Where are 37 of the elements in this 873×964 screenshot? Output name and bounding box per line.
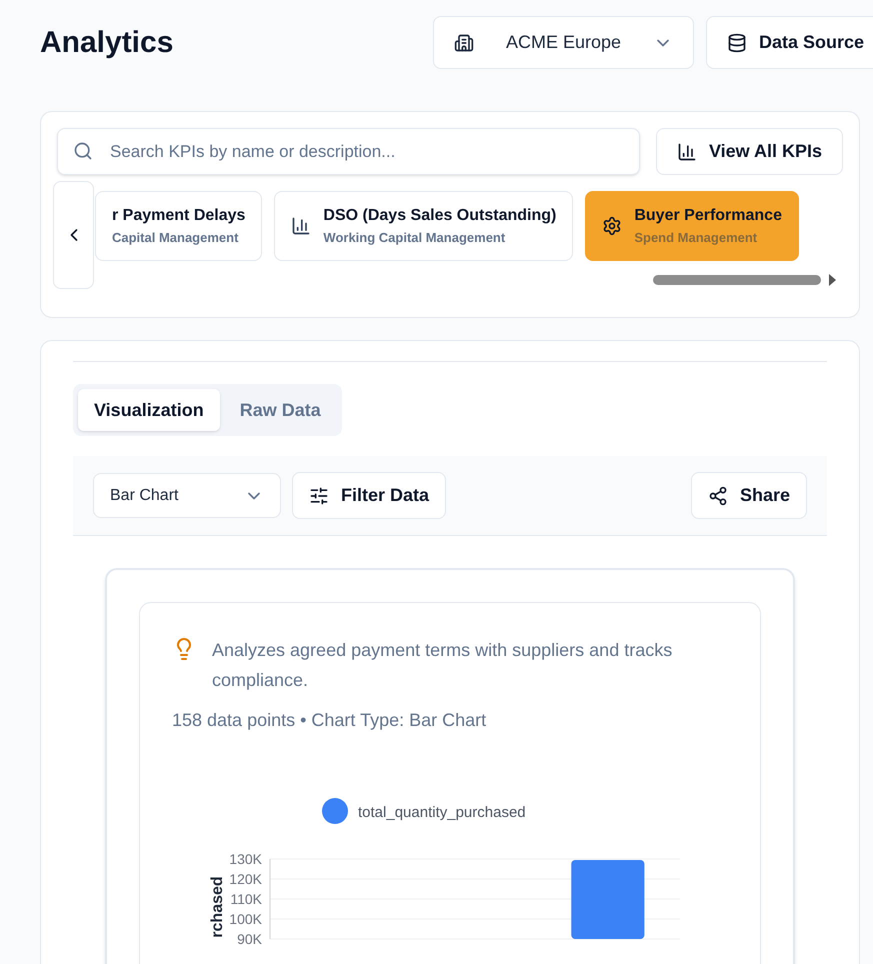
share-button[interactable]: Share	[690, 472, 807, 519]
database-icon	[727, 32, 747, 52]
kpi-card[interactable]: DSO (Days Sales Outstanding) Working Capital Management	[274, 191, 574, 261]
data-source-button[interactable]: Data Source	[706, 16, 873, 69]
search-icon	[73, 141, 93, 161]
kpi-description: Analyzes agreed payment terms with suppliers and tracks compliance.	[212, 639, 674, 692]
y-tick-label: 100K	[229, 911, 262, 927]
search-field[interactable]: Search KPIs by name or description...	[57, 128, 640, 175]
chart-legend: total_quantity_purchased	[322, 798, 526, 824]
bar-chart-icon	[676, 142, 697, 162]
organization-select[interactable]: ACME Europe	[433, 16, 694, 69]
kpi-category: Working Capital Management	[323, 229, 506, 248]
gear-icon	[602, 216, 622, 236]
y-axis-label: rchased	[209, 876, 226, 938]
kpi-name: Buyer Performance	[634, 206, 782, 226]
share-icon	[708, 486, 728, 506]
y-tick-label: 90K	[237, 931, 262, 945]
y-tick-label: 120K	[229, 871, 262, 887]
page-title: Analytics	[40, 25, 174, 61]
view-tab[interactable]: Visualization	[78, 389, 220, 431]
kpi-category: Spend Management	[634, 229, 758, 248]
filter-data-button[interactable]: Filter Data	[292, 472, 446, 519]
view-all-kpis-button[interactable]: View All KPIs	[656, 128, 843, 175]
y-tick-label: 110K	[230, 891, 262, 907]
chart-type-select[interactable]: Bar Chart	[93, 473, 281, 518]
bar-chart-icon	[291, 216, 312, 236]
data-summary: 158 data points • Chart Type: Bar Chart	[172, 709, 488, 732]
kpi-name: DSO (Days Sales Outstanding)	[323, 206, 556, 226]
kpi-name: r Payment Delays	[112, 206, 246, 226]
y-tick-label: 130K	[229, 851, 262, 867]
kpi-category: Capital Management	[112, 229, 240, 248]
kpi-card[interactable]: Buyer Performance Spend Management	[585, 191, 799, 261]
view-tab[interactable]: Raw Data	[224, 389, 337, 431]
sliders-icon	[309, 486, 329, 506]
legend-label: total_quantity_purchased	[358, 804, 526, 821]
kpi-card[interactable]: r Payment Delays Capital Management	[95, 191, 262, 261]
building-icon	[454, 32, 474, 52]
